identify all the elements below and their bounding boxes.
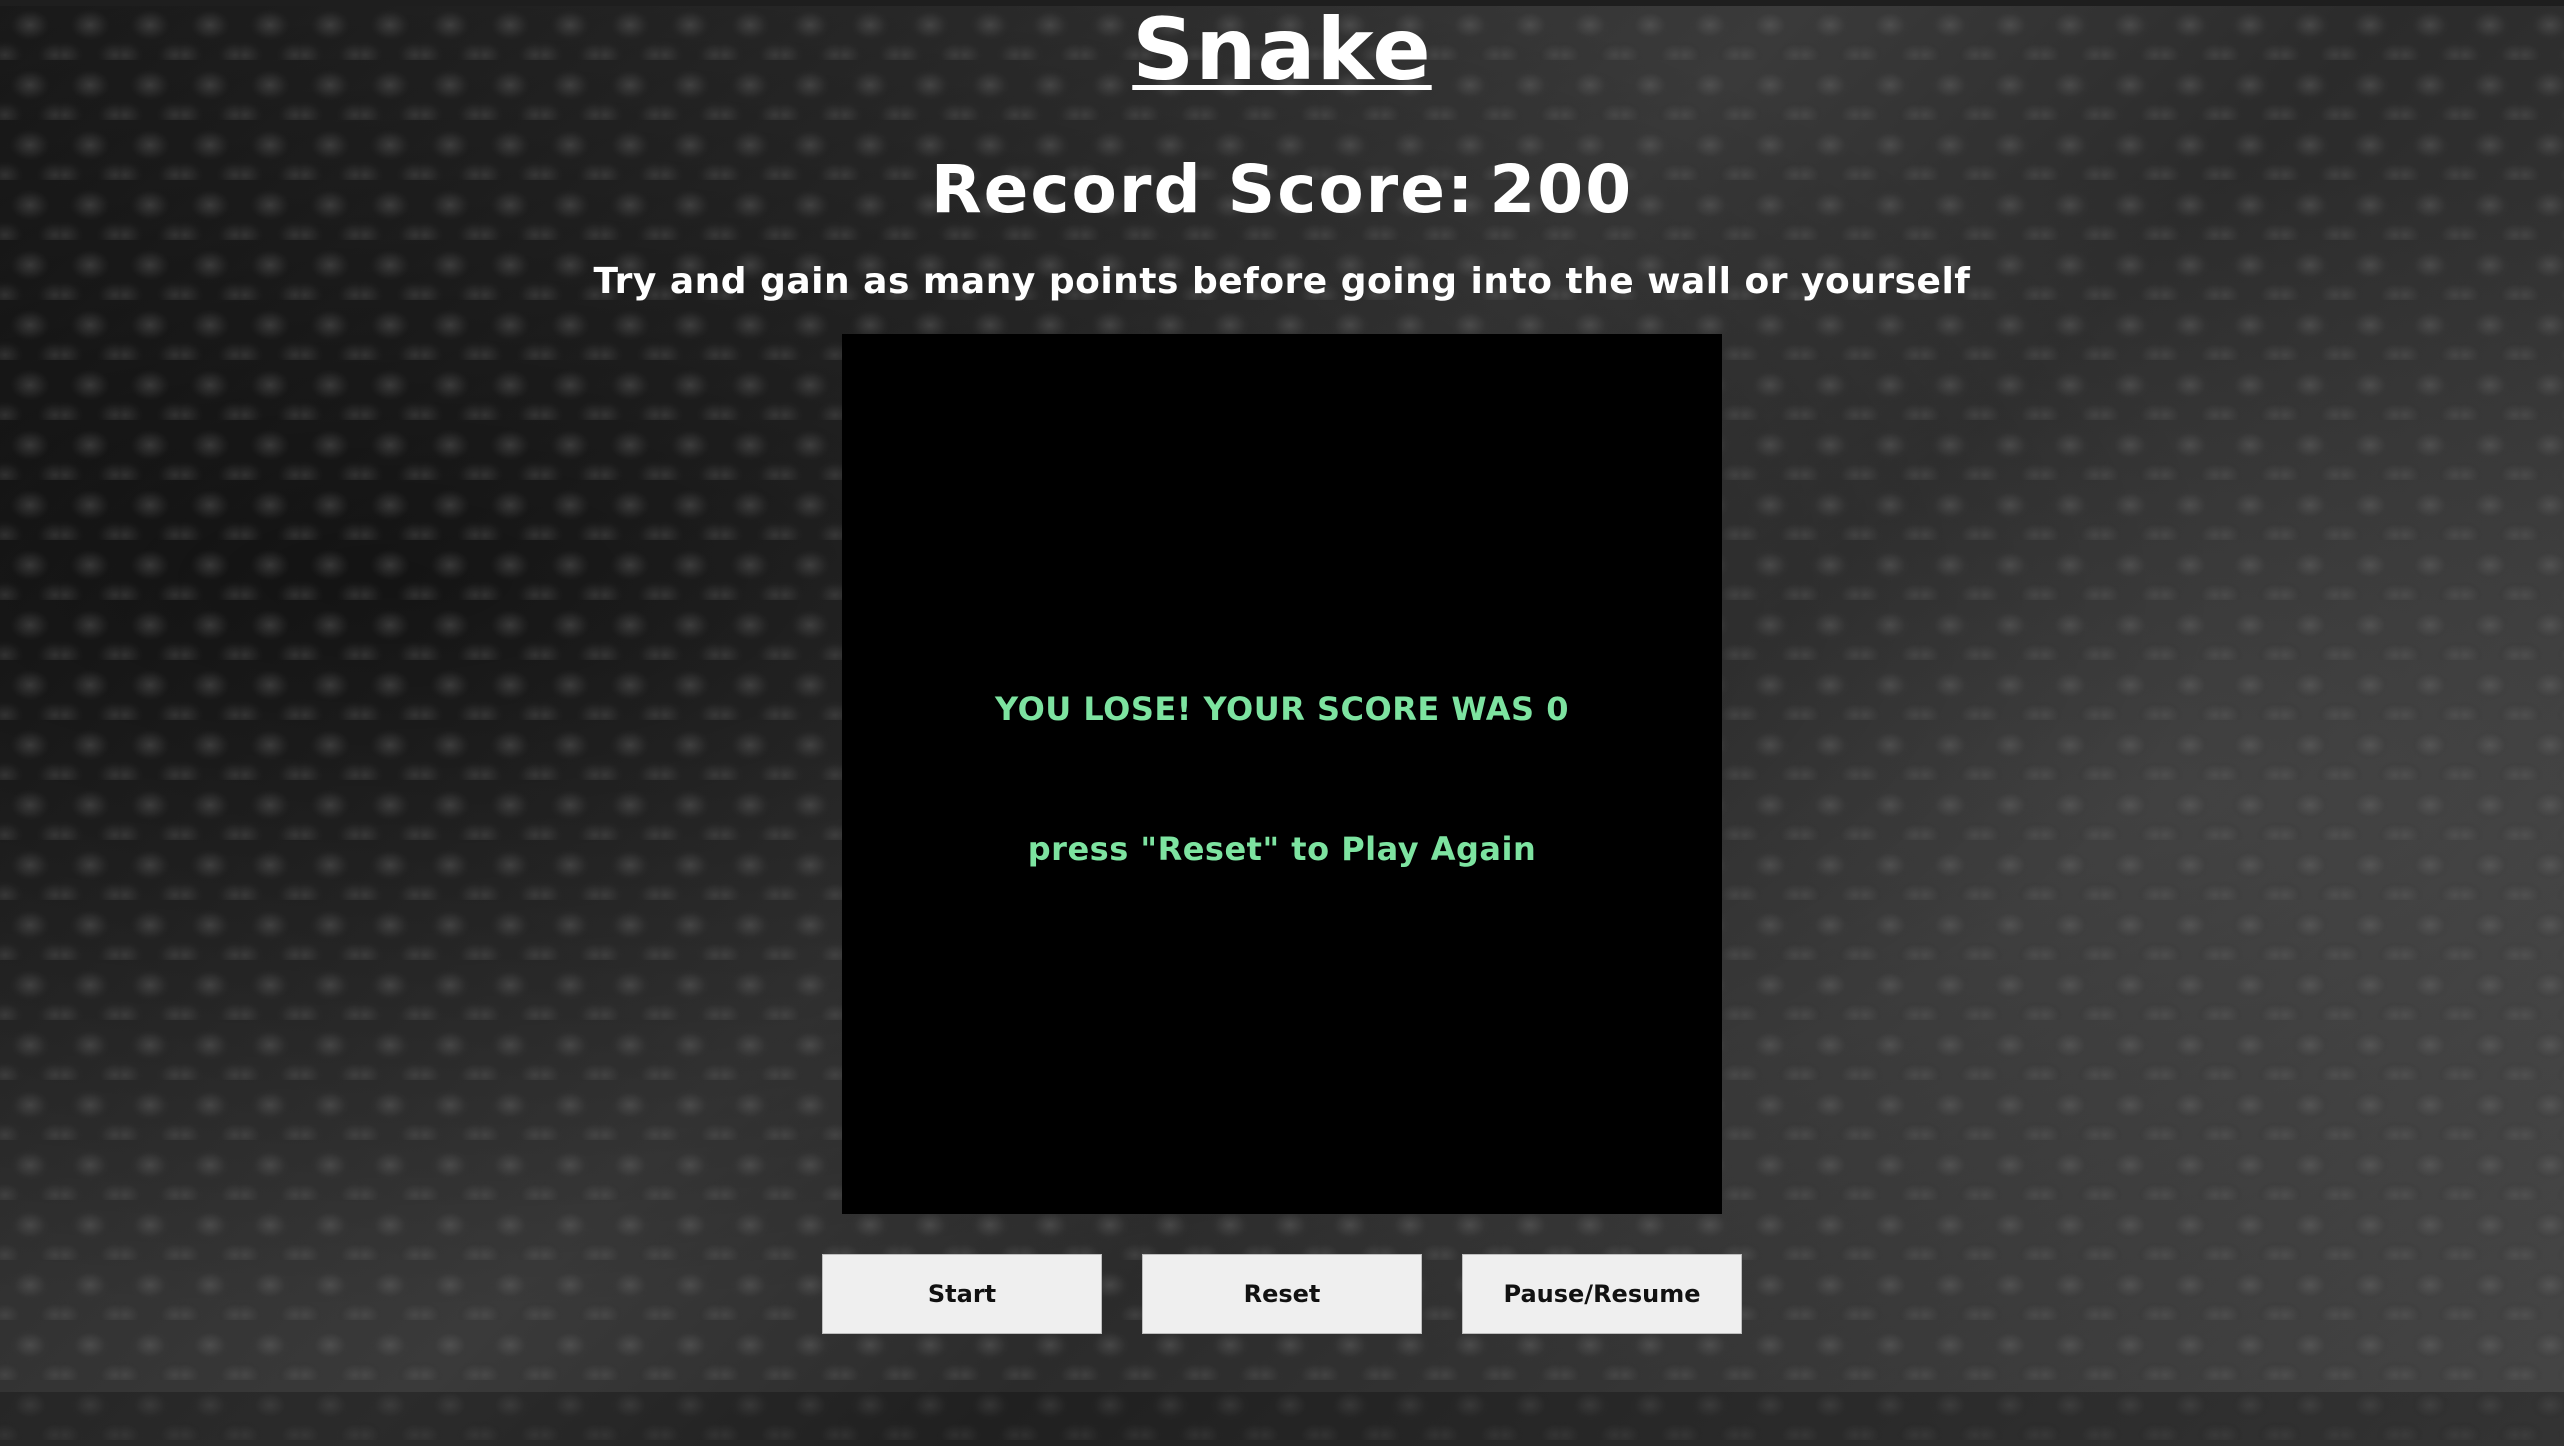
reset-button[interactable]: Reset	[1142, 1254, 1422, 1334]
record-score-value: 200	[1489, 151, 1634, 228]
page-bottom-strip	[0, 1392, 2564, 1446]
game-board[interactable]: YOU LOSE! YOUR SCORE WAS 0 press "Reset"…	[842, 334, 1722, 1214]
reset-hint: press "Reset" to Play Again	[1027, 830, 1537, 868]
record-score: Record Score: 200	[0, 150, 2564, 230]
game-title: Snake	[1132, 0, 1432, 100]
game-controls: Start Reset Pause/Resume	[822, 1254, 1742, 1334]
record-score-label: Record Score:	[930, 151, 1476, 228]
snake-game-page: Snake Record Score: 200 Try and gain as m…	[0, 0, 2564, 1392]
lose-message: YOU LOSE! YOUR SCORE WAS 0	[995, 690, 1569, 728]
game-instructions: Try and gain as many points before going…	[593, 261, 1971, 302]
start-button[interactable]: Start	[822, 1254, 1102, 1334]
pause-resume-button[interactable]: Pause/Resume	[1462, 1254, 1742, 1334]
